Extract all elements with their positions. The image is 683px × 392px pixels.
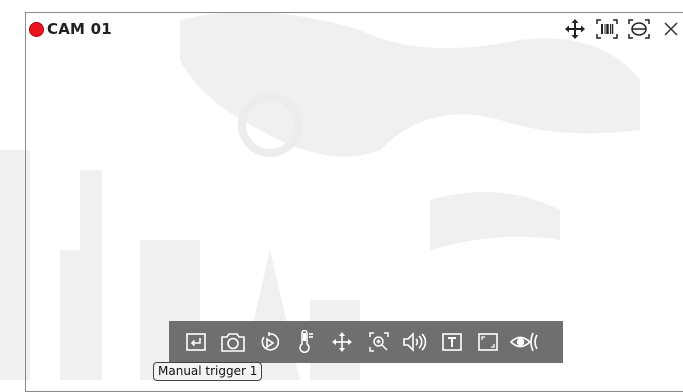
ptz-move-icon[interactable] bbox=[324, 321, 361, 363]
aspect-ratio-icon[interactable] bbox=[470, 321, 507, 363]
move-arrows-icon[interactable] bbox=[563, 17, 587, 41]
instant-replay-icon[interactable] bbox=[251, 321, 288, 363]
text-overlay-icon[interactable] bbox=[434, 321, 471, 363]
camera-label: CAM 01 bbox=[29, 18, 112, 40]
recording-indicator-icon bbox=[29, 21, 44, 37]
privacy-eye-icon[interactable] bbox=[507, 321, 544, 363]
barcode-scan-icon[interactable] bbox=[595, 17, 619, 41]
thermometer-icon[interactable] bbox=[288, 321, 325, 363]
close-icon[interactable] bbox=[659, 17, 683, 41]
tooltip: Manual trigger 1 bbox=[153, 362, 263, 381]
manual-trigger-icon[interactable] bbox=[178, 321, 215, 363]
camera-snapshot-icon[interactable] bbox=[215, 321, 252, 363]
audio-speaker-icon[interactable] bbox=[397, 321, 434, 363]
digital-zoom-icon[interactable] bbox=[361, 321, 398, 363]
video-toolbar bbox=[169, 321, 563, 363]
camera-name: CAM 01 bbox=[47, 20, 112, 38]
fisheye-dewarp-icon[interactable] bbox=[627, 17, 651, 41]
view-controls bbox=[563, 17, 683, 41]
